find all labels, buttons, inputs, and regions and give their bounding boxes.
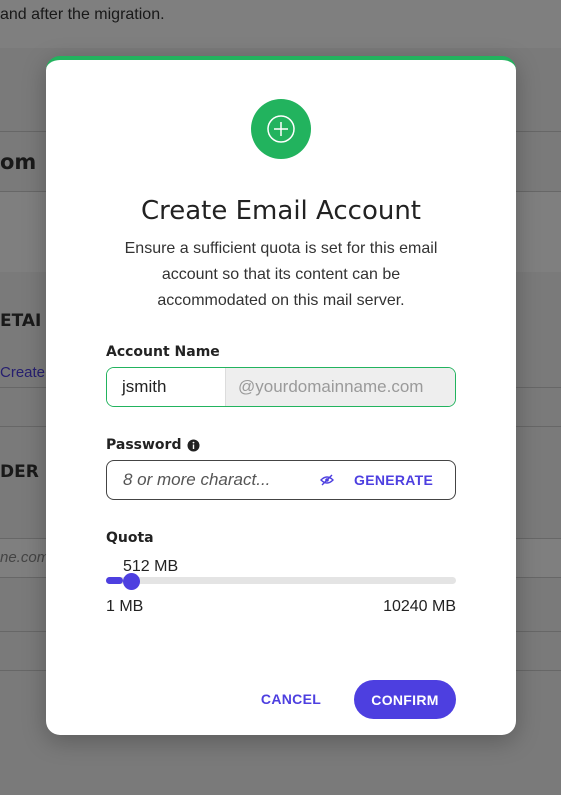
account-name-label: Account Name bbox=[106, 344, 220, 360]
create-email-modal: Create Email Account Ensure a sufficient… bbox=[46, 56, 516, 735]
quota-label: Quota bbox=[106, 530, 154, 546]
quota-slider-track[interactable] bbox=[106, 577, 456, 584]
info-icon[interactable] bbox=[187, 439, 200, 452]
quota-min-label: 1 MB bbox=[106, 598, 144, 615]
password-field[interactable]: 8 or more charact... GENERATE bbox=[106, 460, 456, 500]
confirm-button[interactable]: CONFIRM bbox=[354, 680, 456, 719]
account-name-field[interactable]: jsmith @yourdomainname.com bbox=[106, 367, 456, 407]
password-label-row: Password bbox=[106, 437, 200, 453]
domain-suffix: @yourdomainname.com bbox=[225, 368, 455, 406]
account-name-input[interactable]: jsmith bbox=[107, 368, 225, 406]
modal-title: Create Email Account bbox=[140, 196, 422, 226]
eye-slash-icon[interactable] bbox=[312, 474, 342, 486]
password-input[interactable]: 8 or more charact... bbox=[107, 470, 312, 490]
quota-max-label: 10240 MB bbox=[383, 598, 456, 615]
plus-circle-icon bbox=[251, 99, 311, 159]
quota-slider-fill bbox=[106, 577, 124, 584]
cancel-button[interactable]: CANCEL bbox=[254, 681, 328, 717]
generate-button[interactable]: GENERATE bbox=[354, 472, 433, 488]
password-label: Password bbox=[106, 437, 182, 453]
modal-description: Ensure a sufficient quota is set for thi… bbox=[124, 240, 438, 309]
quota-slider-thumb[interactable] bbox=[122, 573, 140, 590]
